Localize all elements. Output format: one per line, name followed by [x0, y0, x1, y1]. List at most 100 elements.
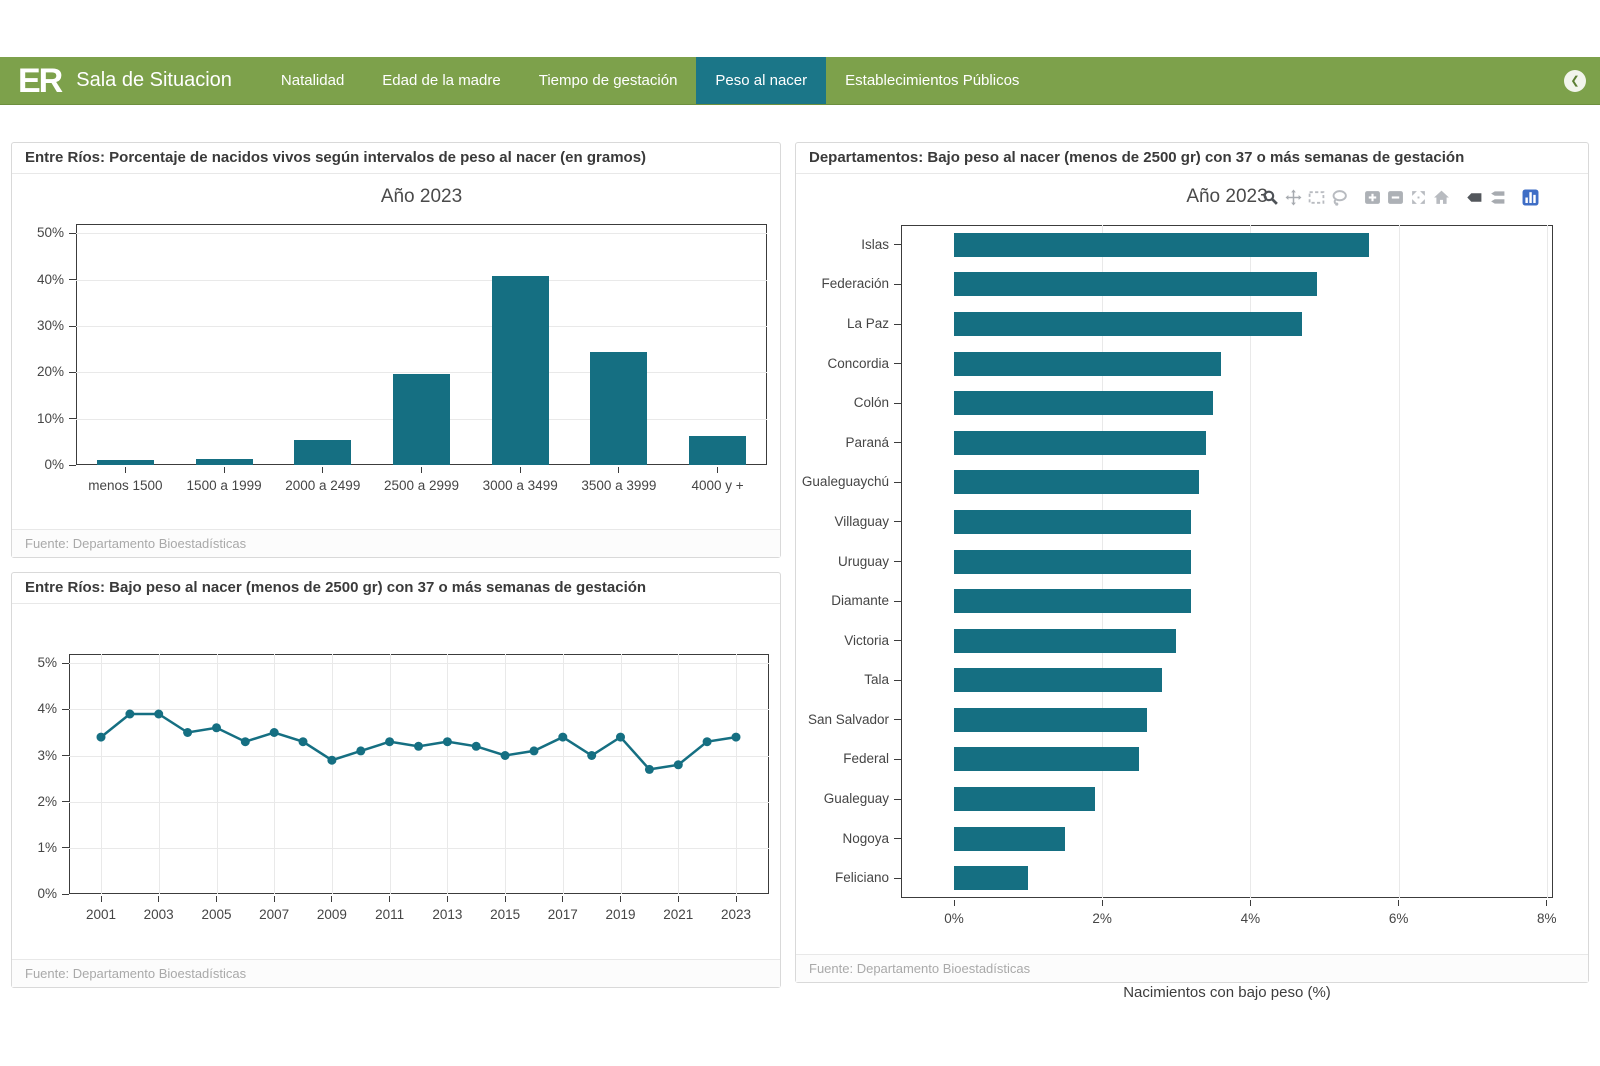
hbar-chart-departments: Año 2023 Nacimientos con bajo peso (%) 0…: [796, 174, 1588, 954]
tab-natalidad[interactable]: Natalidad: [262, 57, 363, 104]
bar: [196, 459, 253, 465]
x-tick-label: 2500 a 2999: [374, 478, 470, 493]
x-tick: [562, 896, 563, 902]
y-tick: [894, 521, 901, 522]
chevron-left-icon: ❮: [1570, 74, 1579, 87]
tab-establecimientos-publicos[interactable]: Establecimientos Públicos: [826, 57, 1038, 104]
x-tick: [1250, 900, 1251, 906]
tab-edad-de-la-madre[interactable]: Edad de la madre: [363, 57, 519, 104]
y-tick: [69, 372, 76, 373]
x-tick: [125, 467, 126, 473]
x-tick-label: 3000 a 3499: [472, 478, 568, 493]
gridline: [1399, 225, 1400, 898]
y-tick-label: Concordia: [796, 356, 889, 371]
y-tick-label: Federación: [796, 276, 889, 291]
hover-closest-icon[interactable]: [1463, 187, 1486, 208]
x-tick: [678, 896, 679, 902]
y-tick: [894, 324, 901, 325]
y-tick-label: La Paz: [796, 316, 889, 331]
x-tick-label: 2003: [129, 907, 189, 922]
bar: [954, 747, 1139, 771]
y-tick: [62, 801, 69, 802]
data-point-marker: [501, 751, 510, 760]
tab-tiempo-de-gestacion[interactable]: Tiempo de gestación: [520, 57, 697, 104]
data-point-marker: [356, 746, 365, 755]
y-tick: [894, 680, 901, 681]
x-tick-label: 4000 y +: [670, 478, 766, 493]
panel-low-weight-trend-header: Entre Ríos: Bajo peso al nacer (menos de…: [12, 573, 780, 604]
lasso-select-icon[interactable]: [1328, 187, 1351, 208]
y-tick: [894, 363, 901, 364]
x-tick: [1102, 900, 1103, 906]
reset-axes-icon[interactable]: [1430, 187, 1453, 208]
data-point-marker: [703, 737, 712, 746]
y-tick: [894, 601, 901, 602]
x-tick: [322, 467, 323, 473]
y-tick: [69, 326, 76, 327]
y-tick-label: Diamante: [796, 593, 889, 608]
hover-compare-icon[interactable]: [1486, 187, 1509, 208]
data-point-marker: [270, 728, 279, 737]
zoom-in-icon[interactable]: [1361, 187, 1384, 208]
y-tick-label: 30%: [12, 318, 64, 333]
y-tick-label: Victoria: [796, 633, 889, 648]
x-tick-label: 3500 a 3999: [571, 478, 667, 493]
data-point-marker: [125, 710, 134, 719]
gridline: [1547, 225, 1548, 898]
x-axis-label: Nacimientos con bajo peso (%): [901, 984, 1553, 1001]
y-tick-label: Nogoya: [796, 831, 889, 846]
navbar-collapse-button[interactable]: ❮: [1564, 70, 1586, 92]
bar: [393, 374, 450, 465]
bar: [590, 352, 647, 466]
right-column: Departamentos: Bajo peso al nacer (menos…: [795, 142, 1589, 988]
x-tick: [274, 896, 275, 902]
x-tick: [736, 896, 737, 902]
bar: [954, 312, 1302, 336]
y-tick: [894, 284, 901, 285]
y-tick-label: Paraná: [796, 435, 889, 450]
y-tick: [62, 709, 69, 710]
data-point-marker: [530, 746, 539, 755]
y-tick-label: 20%: [12, 364, 64, 379]
y-tick: [894, 561, 901, 562]
plotly-modebar: [1259, 187, 1542, 208]
y-tick-label: 2%: [12, 794, 57, 809]
x-tick-label: 4%: [1220, 911, 1280, 926]
y-tick-label: Federal: [796, 751, 889, 766]
y-tick-label: Uruguay: [796, 554, 889, 569]
x-tick: [216, 896, 217, 902]
panel-low-weight-trend: Entre Ríos: Bajo peso al nacer (menos de…: [11, 572, 781, 988]
nav-tabs: Natalidad Edad de la madre Tiempo de ges…: [262, 57, 1039, 104]
trend-line-series: [69, 654, 769, 894]
x-tick-label: 2001: [71, 907, 131, 922]
x-tick: [717, 467, 718, 473]
data-point-marker: [154, 710, 163, 719]
panel-weight-intervals-header: Entre Ríos: Porcentaje de nacidos vivos …: [12, 143, 780, 174]
data-point-marker: [674, 760, 683, 769]
y-tick-label: 40%: [12, 272, 64, 287]
bar: [954, 391, 1213, 415]
pan-icon[interactable]: [1282, 187, 1305, 208]
x-tick-label: 2000 a 2499: [275, 478, 371, 493]
bar: [954, 233, 1369, 257]
bar: [954, 470, 1199, 494]
trend-line: [101, 714, 736, 769]
zoom-out-icon[interactable]: [1384, 187, 1407, 208]
x-tick: [954, 900, 955, 906]
plotly-logo-icon[interactable]: [1519, 187, 1542, 208]
box-select-icon[interactable]: [1305, 187, 1328, 208]
y-tick-label: 50%: [12, 225, 64, 240]
y-tick-label: Gualeguaychú: [796, 474, 889, 489]
bar: [954, 668, 1162, 692]
y-tick: [894, 838, 901, 839]
autoscale-icon[interactable]: [1407, 187, 1430, 208]
bar: [97, 460, 154, 465]
bar: [954, 510, 1191, 534]
data-point-marker: [241, 737, 250, 746]
bar: [689, 436, 746, 465]
y-tick: [62, 663, 69, 664]
zoom-icon[interactable]: [1259, 187, 1282, 208]
x-tick-label: 2011: [360, 907, 420, 922]
tab-peso-al-nacer[interactable]: Peso al nacer: [696, 57, 826, 104]
nav-spacer: [1038, 57, 1564, 104]
